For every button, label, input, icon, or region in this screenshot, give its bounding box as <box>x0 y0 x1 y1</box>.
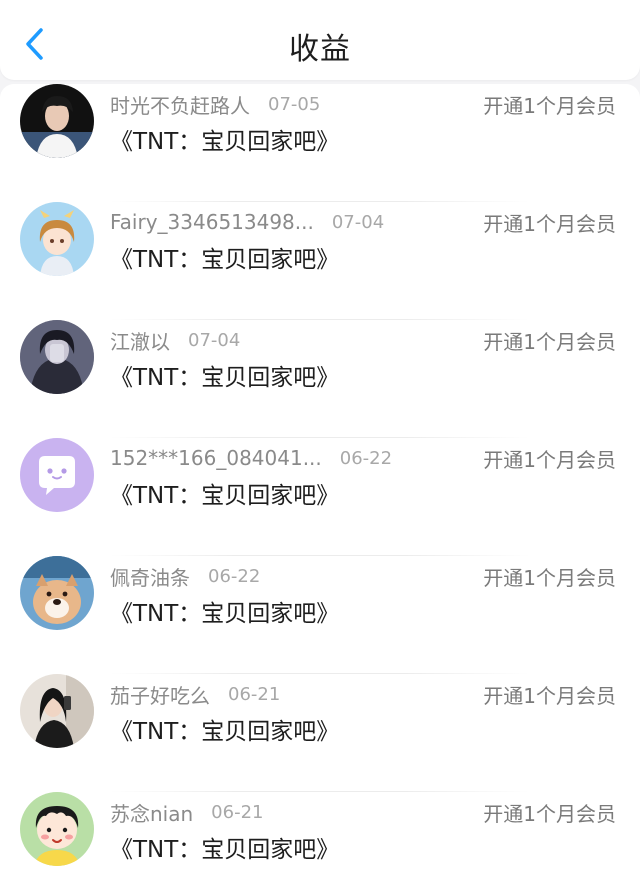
user-nickname: 152***166_084041... <box>110 446 322 470</box>
user-avatar <box>20 438 94 512</box>
work-title: 《TNT：宝贝回家吧》 <box>110 837 340 863</box>
user-nickname: 苏念nian <box>110 801 194 826</box>
work-title: 《TNT：宝贝回家吧》 <box>110 129 340 155</box>
user-nickname: Fairy_3346513498... <box>110 210 314 234</box>
record-date: 07-04 <box>188 329 241 351</box>
user-avatar <box>20 792 94 866</box>
list-item[interactable]: 江澈以 07-04 《TNT：宝贝回家吧》 开通1个月会员 <box>0 320 640 438</box>
record-date: 06-22 <box>208 565 261 587</box>
record-date: 07-04 <box>331 211 385 233</box>
work-title: 《TNT：宝贝回家吧》 <box>110 247 340 273</box>
membership-status: 开通1个月会员 <box>483 566 616 590</box>
work-title: 《TNT：宝贝回家吧》 <box>110 719 340 745</box>
work-title: 《TNT：宝贝回家吧》 <box>110 483 340 509</box>
user-nickname: 茄子好吃么 <box>110 683 210 708</box>
list-item[interactable]: Fairy_3346513498... 07-04 《TNT：宝贝回家吧》 开通… <box>0 202 640 320</box>
work-title: 《TNT：宝贝回家吧》 <box>110 365 340 391</box>
user-avatar <box>20 84 94 158</box>
record-date: 06-21 <box>228 683 281 705</box>
page-title: 收益 <box>289 32 351 67</box>
list-item[interactable]: 茄子好吃么 06-21 《TNT：宝贝回家吧》 开通1个月会员 <box>0 674 640 792</box>
chat-bubble-icon <box>20 438 94 512</box>
membership-status: 开通1个月会员 <box>483 94 616 118</box>
list-item[interactable]: 152***166_084041... 06-22 《TNT：宝贝回家吧》 开通… <box>0 438 640 556</box>
record-date: 06-22 <box>339 447 393 469</box>
membership-status: 开通1个月会员 <box>483 684 616 708</box>
membership-status: 开通1个月会员 <box>483 448 616 472</box>
user-nickname: 时光不负赶路人 <box>110 93 250 118</box>
membership-status: 开通1个月会员 <box>483 802 616 826</box>
membership-status: 开通1个月会员 <box>483 330 616 354</box>
list-item[interactable]: 时光不负赶路人 07-05 《TNT：宝贝回家吧》 开通1个月会员 <box>0 84 640 202</box>
work-title: 《TNT：宝贝回家吧》 <box>110 601 340 627</box>
user-avatar <box>20 320 94 394</box>
header-bar: 收益 <box>0 0 640 80</box>
user-nickname: 江澈以 <box>110 329 170 354</box>
user-avatar <box>20 556 94 630</box>
earnings-list: 时光不负赶路人 07-05 《TNT：宝贝回家吧》 开通1个月会员 Fairy_… <box>0 84 640 888</box>
user-nickname: 佩奇油条 <box>110 565 190 590</box>
user-avatar <box>20 674 94 748</box>
user-avatar <box>20 202 94 276</box>
list-item[interactable]: 佩奇油条 06-22 《TNT：宝贝回家吧》 开通1个月会员 <box>0 556 640 674</box>
record-date: 06-21 <box>211 801 264 823</box>
list-item[interactable]: 苏念nian 06-21 《TNT：宝贝回家吧》 开通1个月会员 <box>0 792 640 888</box>
membership-status: 开通1个月会员 <box>483 212 616 236</box>
record-date: 07-05 <box>268 93 321 115</box>
